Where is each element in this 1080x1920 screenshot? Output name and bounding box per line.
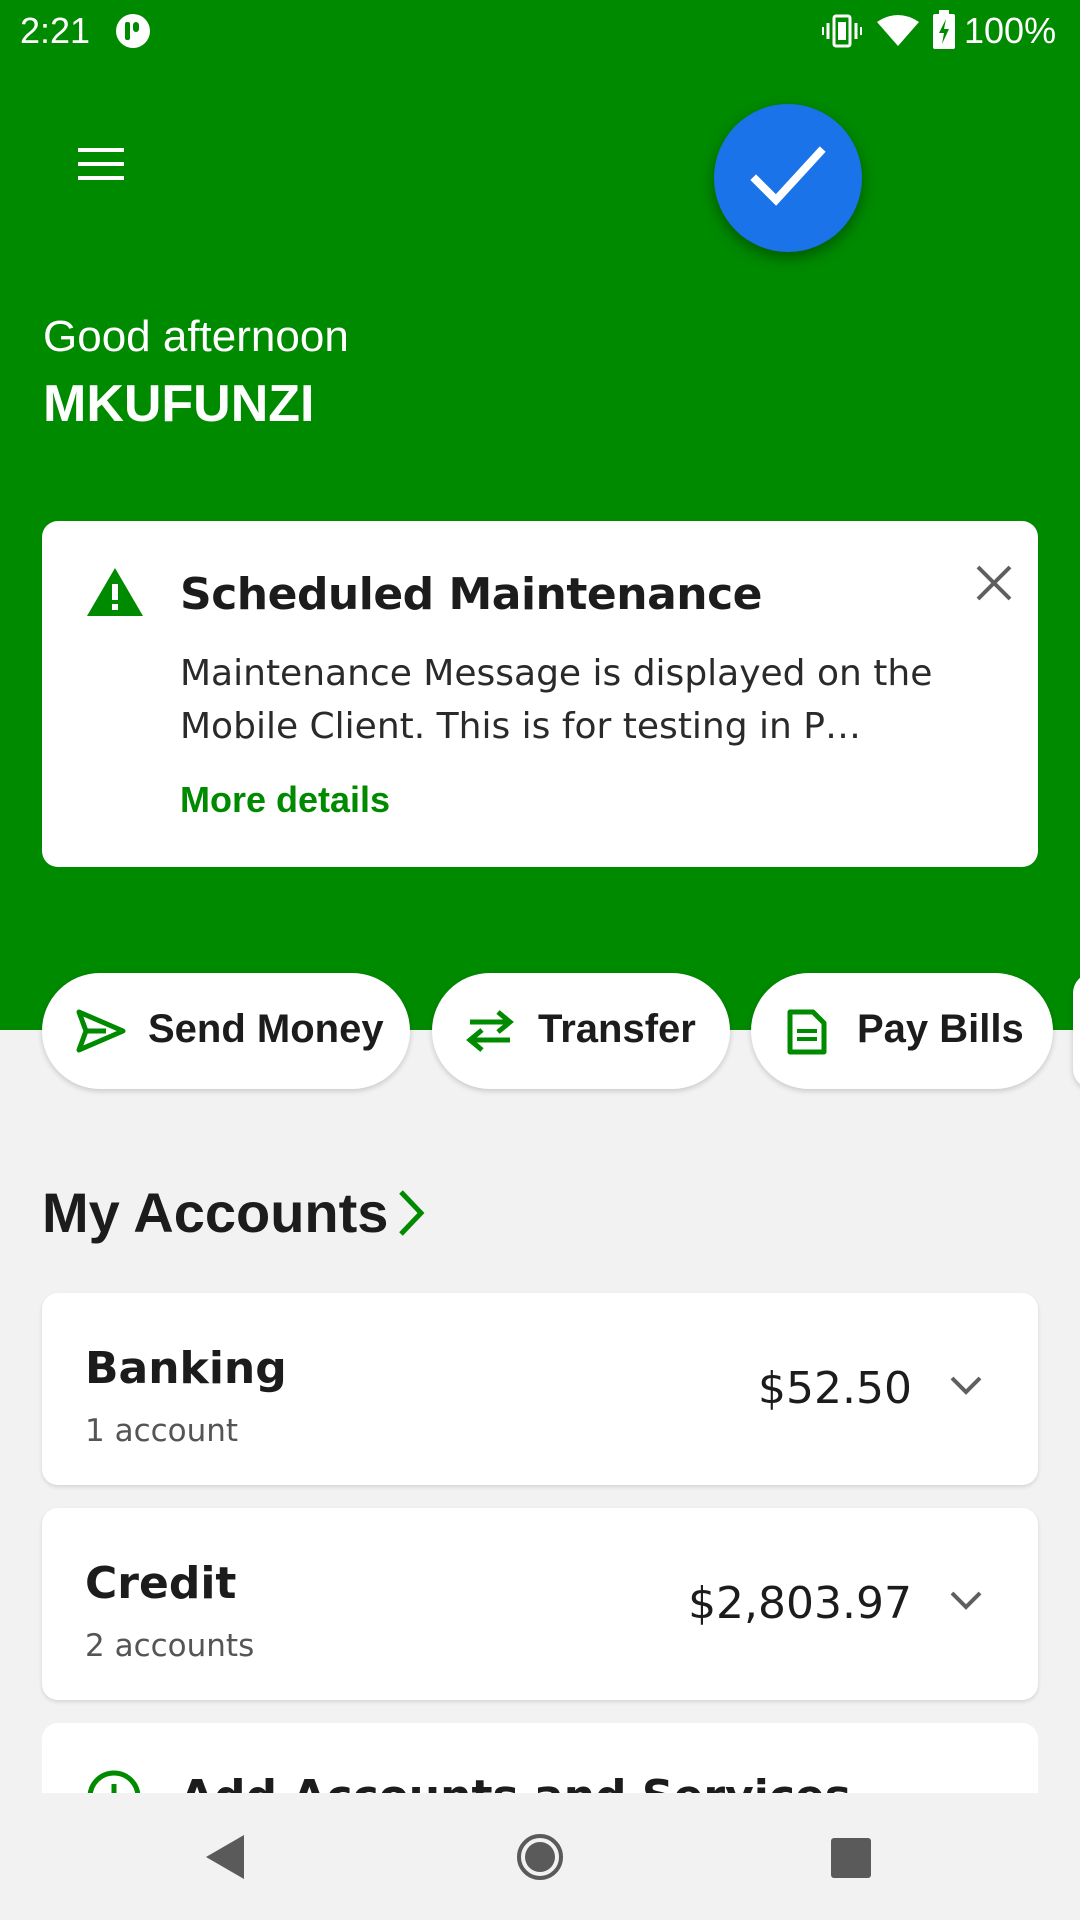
account-name: Banking [85,1343,287,1394]
credit-account-card[interactable]: Credit 2 accounts $2,803.97 [42,1508,1038,1700]
checkmark-icon [750,146,826,206]
account-balance: $2,803.97 [688,1578,912,1629]
transfer-label: Transfer [538,1007,696,1051]
greeting-text: Good afternoon [43,312,349,361]
home-icon[interactable] [516,1833,564,1881]
account-count: 2 accounts [85,1628,255,1664]
chevron-right-icon[interactable] [396,1188,426,1238]
transfer-button[interactable]: Transfer [432,973,730,1089]
notice-title: Scheduled Maintenance [180,569,763,620]
back-icon[interactable] [204,1833,246,1881]
navigation-bar [0,1793,1080,1920]
battery-charging-icon [933,10,955,49]
send-icon [76,1009,126,1053]
hamburger-menu-icon[interactable] [70,140,132,188]
notice-body: Maintenance Message is displayed on the … [180,653,933,747]
more-details-link[interactable]: More details [180,779,390,821]
more-actions-chip[interactable] [1073,973,1080,1089]
maintenance-notice-card: Scheduled Maintenance Maintenance Messag… [42,521,1038,867]
close-icon[interactable] [964,553,1024,613]
header-background [0,0,1080,1030]
chevron-down-icon[interactable] [948,1373,984,1397]
wifi-icon [877,15,919,46]
pay-bills-label: Pay Bills [857,1007,1024,1051]
bill-document-icon [787,1009,827,1055]
send-money-button[interactable]: Send Money [42,973,410,1089]
warning-icon [87,568,143,616]
status-time: 2:21 [20,10,91,51]
banking-account-card[interactable]: Banking 1 account $52.50 [42,1293,1038,1485]
my-accounts-heading[interactable]: My Accounts [42,1180,388,1245]
account-balance: $52.50 [758,1363,912,1414]
pay-bills-button[interactable]: Pay Bills [751,973,1053,1089]
checkmark-button[interactable] [714,104,862,252]
account-count: 1 account [85,1413,239,1449]
vibrate-icon [822,14,862,48]
battery-percentage: 100% [964,10,1057,51]
transfer-arrows-icon [466,1010,514,1052]
recents-icon[interactable] [830,1837,872,1879]
send-money-label: Send Money [148,1007,384,1051]
account-name: Credit [85,1558,237,1609]
status-bar: 2:21 100% [0,0,1080,62]
username: MKUFUNZI [43,375,315,433]
app-notification-icon [116,14,150,48]
chevron-down-icon[interactable] [948,1588,984,1612]
